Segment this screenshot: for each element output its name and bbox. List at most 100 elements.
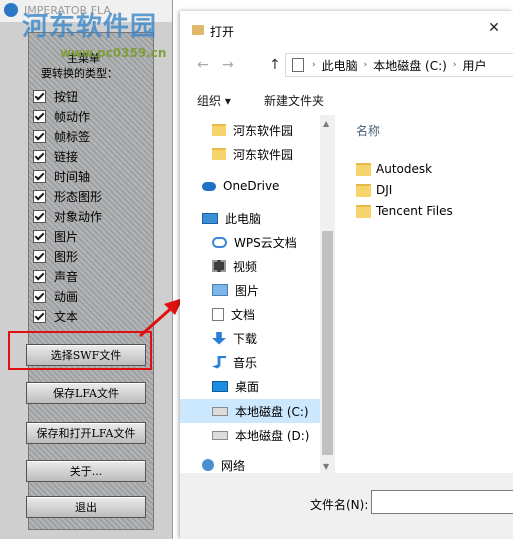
- sidebar-item-label: 本地磁盘 (C:): [235, 404, 309, 419]
- type-checkbox-row[interactable]: 形态图形: [33, 187, 102, 205]
- sidebar-item-label: 文档: [231, 307, 256, 322]
- type-checkbox-row[interactable]: 帧动作: [33, 107, 90, 125]
- save-open-lfa-button[interactable]: 保存和打开LFA文件: [26, 422, 146, 444]
- checkbox[interactable]: [33, 269, 46, 283]
- type-checkbox-row[interactable]: 图片: [33, 227, 78, 245]
- breadcrumb-this-pc[interactable]: 此电脑: [322, 57, 358, 74]
- file-name: Autodesk: [376, 162, 433, 176]
- watermark-text: 河东软件园: [22, 12, 158, 42]
- folder-icon: [192, 25, 204, 35]
- sidebar-item-label: 网络: [221, 458, 246, 473]
- checkbox[interactable]: [33, 189, 46, 203]
- scrollbar-thumb[interactable]: [322, 231, 333, 455]
- highlight-annotation: [8, 331, 152, 370]
- folder-icon: [212, 124, 226, 136]
- close-button[interactable]: ✕: [483, 17, 505, 39]
- checkbox[interactable]: [33, 109, 46, 123]
- sidebar-item-label: 图片: [235, 283, 260, 298]
- sidebar-item[interactable]: 河东软件园: [180, 118, 320, 142]
- checkbox[interactable]: [33, 89, 46, 103]
- type-checkbox-row[interactable]: 链接: [33, 147, 78, 165]
- sidebar-item[interactable]: 下载: [180, 326, 320, 350]
- folder-icon: [212, 148, 226, 160]
- breadcrumb-separator: ›: [312, 60, 316, 70]
- picture-icon: [212, 284, 228, 296]
- checkbox[interactable]: [33, 149, 46, 163]
- network-icon: [202, 459, 214, 471]
- address-bar[interactable]: › 此电脑 › 本地磁盘 (C:) › 用户: [285, 53, 513, 77]
- app-body: 主菜单 要转换的类型： 按钮 帧动作 帧标签 链接 时间轴 形态图形 对象动作 图片 图形 声音动…: [0, 22, 172, 539]
- dialog-title: 打开: [210, 25, 235, 39]
- sidebar-item[interactable]: 图片: [180, 278, 320, 302]
- sidebar-item[interactable]: 桌面: [180, 374, 320, 398]
- checkbox[interactable]: [33, 309, 46, 323]
- sidebar-item[interactable]: 河东软件园: [180, 142, 320, 166]
- imperator-window: IMPERATOR FLA 主菜单 要转换的类型： 按钮 帧动作 帧标签 链接 时间轴形…: [0, 0, 173, 539]
- type-label: 文本: [54, 309, 79, 324]
- checkbox[interactable]: [33, 249, 46, 263]
- forward-arrow-icon[interactable]: →: [222, 57, 234, 73]
- dialog-titlebar: 打开 ✕: [180, 11, 513, 49]
- type-checkbox-row[interactable]: 动画: [33, 287, 78, 305]
- about-button[interactable]: 关于...: [26, 460, 146, 482]
- sidebar-item[interactable]: 音乐: [180, 350, 320, 374]
- sidebar-item[interactable]: 文档: [180, 302, 320, 326]
- file-name: DJI: [376, 183, 393, 197]
- scroll-down-icon[interactable]: ▼: [323, 462, 329, 471]
- sidebar-item-label: WPS云文档: [234, 235, 297, 250]
- checkbox[interactable]: [33, 289, 46, 303]
- type-label: 链接: [54, 149, 79, 164]
- sidebar-scrollbar[interactable]: ▲ ▼: [320, 115, 335, 473]
- file-list-item[interactable]: Tencent Files: [356, 201, 453, 221]
- type-checkbox-row[interactable]: 时间轴: [33, 167, 90, 185]
- up-arrow-icon[interactable]: ↑: [269, 57, 281, 73]
- type-label: 图形: [54, 249, 79, 264]
- file-list-item[interactable]: DJI: [356, 180, 392, 200]
- checkbox[interactable]: [33, 169, 46, 183]
- type-checkbox-row[interactable]: 声音: [33, 267, 78, 285]
- checkbox[interactable]: [33, 129, 46, 143]
- checkbox[interactable]: [33, 229, 46, 243]
- file-list: 名称 Autodesk DJI Tencent Files: [342, 115, 513, 473]
- back-arrow-icon[interactable]: ←: [197, 57, 209, 73]
- type-checkbox-row[interactable]: 帧标签: [33, 127, 90, 145]
- sidebar-item[interactable]: 视频: [180, 254, 320, 278]
- breadcrumb-users[interactable]: 用户: [462, 57, 486, 74]
- sidebar-item-label: 视频: [233, 259, 258, 274]
- download-icon: [212, 331, 226, 345]
- sidebar-item[interactable]: WPS云文档: [180, 230, 320, 254]
- type-checkbox-row[interactable]: 图形: [33, 247, 78, 265]
- sidebar-item[interactable]: OneDrive: [180, 174, 320, 198]
- sidebar-item[interactable]: 此电脑: [180, 206, 320, 230]
- type-checkbox-row[interactable]: 对象动作: [33, 207, 102, 225]
- column-header-name[interactable]: 名称: [356, 122, 380, 139]
- drive-icon: [212, 406, 228, 416]
- breadcrumb-drive-c[interactable]: 本地磁盘 (C:): [373, 57, 447, 74]
- folder-icon: [356, 183, 371, 197]
- scroll-up-icon[interactable]: ▲: [323, 119, 329, 128]
- type-checkbox-row[interactable]: 文本: [33, 307, 78, 325]
- type-checkbox-row[interactable]: 按钮: [33, 87, 78, 105]
- breadcrumb-separator: ›: [363, 60, 368, 70]
- breadcrumb-separator: ›: [452, 60, 457, 70]
- dialog-bottom-bar: 文件名(N):: [180, 473, 513, 539]
- sidebar-item-label: 音乐: [233, 355, 258, 370]
- file-name: Tencent Files: [376, 204, 453, 218]
- sidebar-item[interactable]: 网络: [180, 453, 320, 473]
- save-lfa-button[interactable]: 保存LFA文件: [26, 382, 146, 404]
- main-menu-panel: 主菜单 要转换的类型： 按钮 帧动作 帧标签 链接 时间轴 形态图形 对象动作 图片 图形 声音动…: [28, 32, 154, 530]
- sidebar-item[interactable]: 本地磁盘 (C:): [180, 399, 320, 423]
- checkbox[interactable]: [33, 209, 46, 223]
- document-icon: [212, 307, 224, 321]
- filename-input[interactable]: [371, 490, 513, 514]
- folder-icon: [356, 162, 371, 176]
- new-folder-button[interactable]: 新建文件夹: [264, 92, 324, 109]
- navigation-pane: 河东软件园 河东软件园 OneDrive 此电脑 WPS云文档 视频图片文档下载音乐桌面本…: [180, 115, 320, 473]
- file-list-item[interactable]: Autodesk: [356, 159, 432, 179]
- sidebar-item[interactable]: 本地磁盘 (D:): [180, 423, 320, 447]
- cloud-icon: [202, 181, 216, 191]
- sidebar-item-label: 本地磁盘 (D:): [235, 428, 310, 443]
- exit-button[interactable]: 退出: [26, 496, 146, 518]
- organize-button[interactable]: 组织 ▾: [197, 92, 231, 109]
- type-label: 图片: [54, 229, 79, 244]
